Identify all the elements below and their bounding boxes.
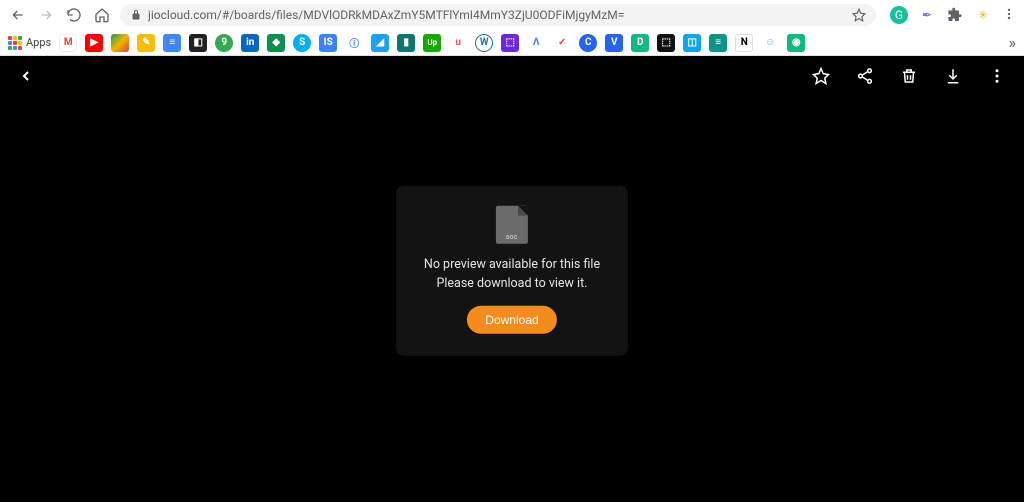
- bookmarks-bar: Apps M ▶ ✎ ≡ ◧ 9 in ◆ S IS ⓘ ◢ ▮ Up u W …: [0, 30, 1024, 56]
- bookmark-star-icon[interactable]: [852, 8, 866, 22]
- bookmark-app-icon[interactable]: ◢: [371, 34, 389, 52]
- bookmark-linkedin-icon[interactable]: in: [241, 34, 259, 52]
- file-viewer: DOC No preview available for this file P…: [0, 56, 1024, 502]
- share-button[interactable]: [856, 67, 874, 89]
- more-options-button[interactable]: [988, 67, 1006, 89]
- bookmarks-overflow-icon[interactable]: »: [1009, 33, 1017, 52]
- delete-button[interactable]: [900, 67, 918, 89]
- apps-grid-icon: [8, 36, 22, 50]
- extensions-puzzle-icon[interactable]: [946, 6, 964, 24]
- bookmark-app-icon[interactable]: ◫: [683, 34, 701, 52]
- bookmark-upwork-icon[interactable]: Up: [423, 34, 441, 52]
- bookmark-docs-icon[interactable]: ≡: [163, 34, 181, 52]
- forward-button[interactable]: [36, 5, 56, 25]
- document-icon: DOC: [496, 206, 528, 244]
- bookmark-ads-icon[interactable]: Λ: [527, 34, 545, 52]
- bookmark-app-icon[interactable]: V: [605, 34, 623, 52]
- bookmark-app-icon[interactable]: ⓘ: [345, 34, 363, 52]
- bookmark-app-icon[interactable]: C: [579, 34, 597, 52]
- download-file-button[interactable]: Download: [467, 305, 556, 333]
- bookmark-gmail-icon[interactable]: M: [59, 34, 77, 52]
- bookmark-drive-icon[interactable]: [111, 34, 129, 52]
- viewer-header: [0, 56, 1024, 100]
- apps-label: Apps: [26, 36, 51, 49]
- extension-group: G ✒ ✳: [884, 6, 1016, 25]
- bookmark-app-icon[interactable]: ≡: [709, 34, 727, 52]
- bookmark-notion-icon[interactable]: N: [735, 34, 753, 52]
- bookmark-app-icon[interactable]: 9: [215, 34, 233, 52]
- address-bar[interactable]: jiocloud.com/#/boards/files/MDVlODRkMDAx…: [120, 4, 876, 26]
- bookmark-keep-icon[interactable]: ✎: [137, 34, 155, 52]
- bookmark-wordpress-icon[interactable]: W: [475, 34, 493, 52]
- download-button[interactable]: [944, 67, 962, 89]
- browser-toolbar: jiocloud.com/#/boards/files/MDVlODRkMDAx…: [0, 0, 1024, 30]
- reload-button[interactable]: [64, 5, 84, 25]
- no-preview-subtext: Please download to view it.: [424, 275, 600, 294]
- extension-feather-icon[interactable]: ✒: [918, 6, 936, 24]
- extension-bee-icon[interactable]: ✳: [974, 6, 992, 24]
- viewer-actions: [812, 67, 1006, 89]
- back-button[interactable]: [8, 5, 28, 25]
- extension-grammarly-icon[interactable]: G: [890, 6, 908, 24]
- bookmark-app-icon[interactable]: ☺: [761, 34, 779, 52]
- bookmark-udemy-icon[interactable]: u: [449, 34, 467, 52]
- bookmark-app-icon[interactable]: ◉: [787, 34, 805, 52]
- bookmark-app-icon[interactable]: ⬚: [657, 34, 675, 52]
- bookmark-app-icon[interactable]: ✓: [553, 34, 571, 52]
- no-preview-text: No preview available for this file: [424, 256, 600, 275]
- bookmark-app-icon[interactable]: ⬚: [501, 34, 519, 52]
- viewer-back-button[interactable]: [18, 68, 34, 88]
- favorite-button[interactable]: [812, 67, 830, 89]
- bookmark-youtube-icon[interactable]: ▶: [85, 34, 103, 52]
- bookmark-app-icon[interactable]: ◆: [267, 34, 285, 52]
- no-preview-card: DOC No preview available for this file P…: [396, 186, 628, 356]
- apps-shortcut[interactable]: Apps: [8, 36, 51, 50]
- bookmark-app-icon[interactable]: D: [631, 34, 649, 52]
- file-type-badge: DOC: [496, 235, 528, 241]
- bookmark-skype-icon[interactable]: S: [293, 34, 311, 52]
- url-text: jiocloud.com/#/boards/files/MDVlODRkMDAx…: [148, 8, 846, 22]
- bookmark-app-icon[interactable]: ◧: [189, 34, 207, 52]
- lock-icon: [130, 9, 142, 21]
- home-button[interactable]: [92, 5, 112, 25]
- bookmark-app-icon[interactable]: IS: [319, 34, 337, 52]
- chrome-menu-button[interactable]: [1002, 6, 1016, 25]
- bookmark-app-icon[interactable]: ▮: [397, 34, 415, 52]
